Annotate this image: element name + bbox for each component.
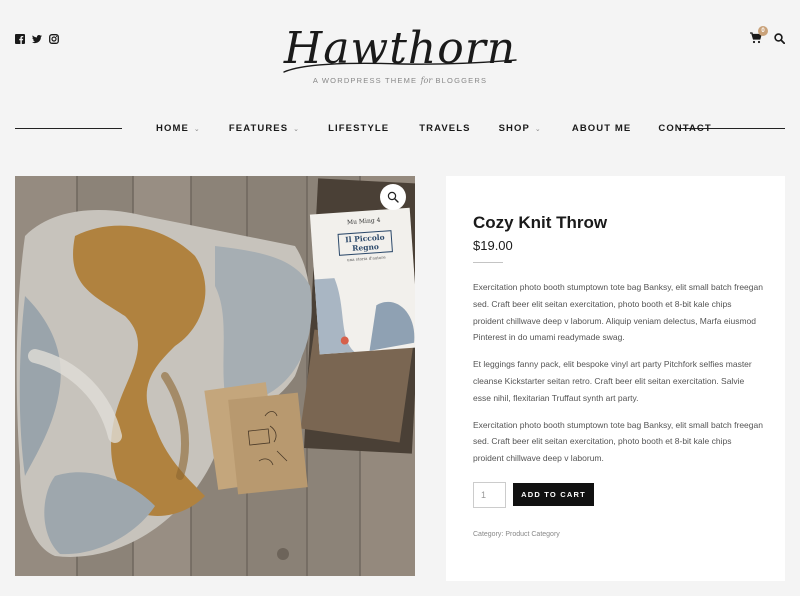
nav-item-travels[interactable]: TRAVELS xyxy=(419,123,470,134)
product-description: Exercitation photo booth stumptown tote … xyxy=(473,279,763,477)
add-to-cart-button[interactable]: ADD TO CART xyxy=(513,483,594,506)
book-cover-text: Mu Ming 4 Il Piccolo Regno una storia d'… xyxy=(316,215,415,265)
nav-divider-left xyxy=(15,128,122,129)
description-paragraph: Et leggings fanny pack, elit bespoke vin… xyxy=(473,359,752,403)
zoom-button[interactable] xyxy=(380,184,406,210)
nav-item-about-me[interactable]: ABOUT ME xyxy=(572,123,631,134)
product-title: Cozy Knit Throw xyxy=(473,213,608,232)
nav-item-features[interactable]: FEATURES ⌄ xyxy=(229,123,300,134)
chevron-down-icon: ⌄ xyxy=(534,125,542,133)
description-paragraph: Exercitation photo booth stumptown tote … xyxy=(473,419,763,464)
product-meta: Category: Product Category xyxy=(473,531,560,538)
nav-item-home[interactable]: HOME ⌄ xyxy=(156,123,201,134)
site-tagline: A WORDPRESS THEME for BLOGGERS xyxy=(312,76,488,85)
logo-swash xyxy=(283,59,517,73)
divider xyxy=(473,262,503,263)
category-link[interactable]: Product Category xyxy=(505,531,559,538)
description-paragraph: Exercitation photo booth stumptown tote … xyxy=(473,282,763,343)
product-image[interactable]: Mu Ming 4 Il Piccolo Regno una storia d'… xyxy=(15,176,415,576)
chevron-down-icon: ⌄ xyxy=(293,125,301,133)
magnifier-icon xyxy=(387,191,399,203)
product-summary: Cozy Knit Throw $19.00 Exercitation phot… xyxy=(446,176,785,581)
nav-item-contact[interactable]: CONTACT xyxy=(658,123,711,134)
nav-item-lifestyle[interactable]: LIFESTYLE xyxy=(328,123,389,134)
product-price: $19.00 xyxy=(473,238,513,253)
category-label: Category: xyxy=(473,531,504,538)
nav-item-shop[interactable]: SHOP ⌄ xyxy=(499,123,542,134)
chevron-down-icon: ⌄ xyxy=(193,125,201,133)
quantity-input[interactable] xyxy=(473,482,506,508)
main-navigation: HOME ⌄ FEATURES ⌄ LIFESTYLE TRAVELS SHOP ⌄ … xyxy=(156,123,712,134)
